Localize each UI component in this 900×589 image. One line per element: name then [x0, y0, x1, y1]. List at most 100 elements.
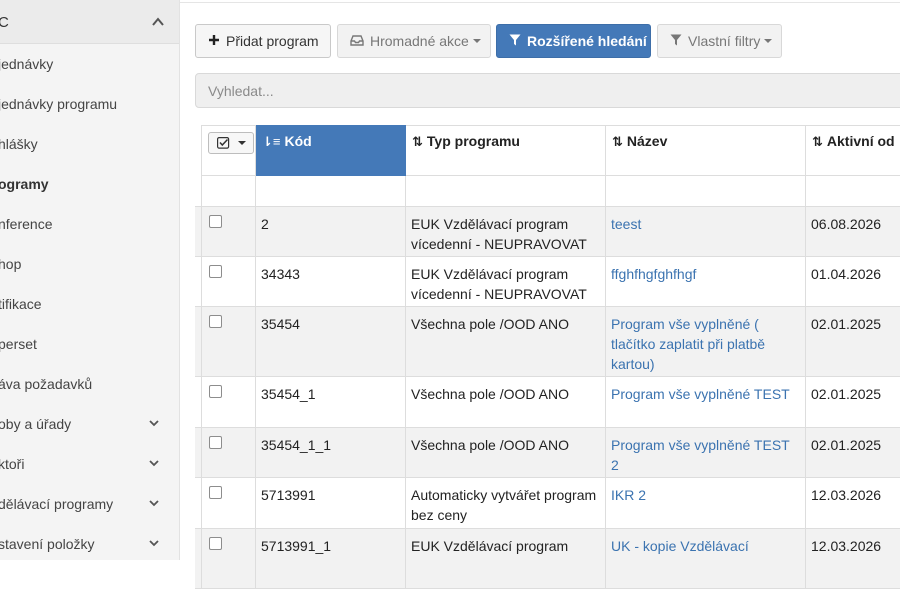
- cell-active-from: 01.04.2026: [806, 257, 900, 306]
- row-select-cell: [201, 428, 256, 477]
- program-name-link[interactable]: Program vše vyplněné TEST 2: [606, 428, 806, 477]
- chevron-down-icon[interactable]: [147, 536, 161, 550]
- column-header-name[interactable]: ⇅ Název: [606, 125, 806, 176]
- plus-icon: [208, 25, 220, 57]
- sidebar-item[interactable]: oby a úřady: [0, 404, 179, 444]
- sidebar-item[interactable]: ktoři: [0, 444, 179, 484]
- program-name-link[interactable]: Program vše vyplněné ( tlačítko zaplatit…: [606, 307, 806, 376]
- cell-code: 35454_1_1: [256, 428, 406, 477]
- advanced-search-button[interactable]: Rozšířené hledání: [496, 24, 651, 58]
- row-checkbox[interactable]: [209, 436, 222, 449]
- column-header-name-label: Název: [626, 133, 668, 149]
- add-program-button[interactable]: Přidat program: [195, 24, 331, 58]
- sidebar-item[interactable]: nference: [0, 204, 179, 244]
- filter-cell-active-from[interactable]: [806, 176, 900, 207]
- sidebar-section-header[interactable]: C: [0, 0, 179, 44]
- sidebar-item-label: jednávky: [0, 56, 54, 72]
- sidebar-item[interactable]: dělávací programy: [0, 484, 179, 524]
- cell-code: 5713991_1: [256, 529, 406, 588]
- row-select-cell: [201, 307, 256, 376]
- filter-cell: [201, 176, 256, 207]
- program-name-link[interactable]: IKR 2: [606, 478, 806, 528]
- table-row[interactable]: 35454 Všechna pole /OOD ANO Program vše vy…: [195, 307, 900, 377]
- cell-type: EUK Vzdělávací program vícedenní - NEUPR…: [406, 257, 606, 306]
- custom-filters-button[interactable]: Vlastní filtry: [657, 24, 782, 58]
- cell-code: 5713991: [256, 478, 406, 528]
- row-checkbox[interactable]: [209, 537, 222, 550]
- row-select-cell: [201, 257, 256, 306]
- cell-code: 2: [256, 207, 406, 256]
- column-header-type[interactable]: ⇅ Typ programu: [406, 125, 606, 176]
- column-header-code-label: Kód: [284, 133, 312, 149]
- chevron-down-icon[interactable]: [147, 456, 161, 470]
- bulk-actions-button[interactable]: Hromadné akce: [337, 24, 491, 58]
- sidebar-item[interactable]: jednávky: [0, 44, 179, 84]
- sidebar-item-label: tifikace: [0, 296, 42, 312]
- table-row[interactable]: 34343 EUK Vzdělávací program vícedenní - …: [195, 257, 900, 307]
- chevron-down-icon[interactable]: [147, 416, 161, 430]
- sort-icon: ⇅: [612, 134, 623, 149]
- cell-code: 34343: [256, 257, 406, 306]
- sort-descending-icon: ⇂≡: [262, 134, 281, 149]
- sidebar-item-label: áva požadavků: [0, 376, 93, 392]
- sidebar-item[interactable]: stavení položky: [0, 524, 179, 560]
- row-checkbox[interactable]: [209, 215, 222, 228]
- bulk-select-dropdown[interactable]: [208, 132, 254, 154]
- filter-cell-name[interactable]: [606, 176, 806, 207]
- column-header-active-from-label: Aktivní od: [826, 133, 895, 149]
- sidebar-item[interactable]: jednávky programu: [0, 84, 179, 124]
- sidebar-item[interactable]: hop: [0, 244, 179, 284]
- filter-cell-type[interactable]: [406, 176, 606, 207]
- cell-type: Všechna pole /OOD ANO: [406, 428, 606, 477]
- column-header-active-from[interactable]: ⇅ Aktivní od: [806, 125, 900, 176]
- chevron-up-icon[interactable]: [150, 14, 166, 30]
- table-row[interactable]: 5713991_1 EUK Vzdělávací program UK - kopi…: [195, 529, 900, 589]
- program-name-link[interactable]: UK - kopie Vzdělávací: [606, 529, 806, 588]
- cell-code: 35454: [256, 307, 406, 376]
- sort-icon: ⇅: [812, 134, 823, 149]
- table-row[interactable]: 35454_1 Všechna pole /OOD ANO Program vše …: [195, 377, 900, 428]
- cell-code: 35454_1: [256, 377, 406, 427]
- sidebar-item-label: oby a úřady: [0, 416, 72, 432]
- cell-type: EUK Vzdělávací program: [406, 529, 606, 588]
- program-name-link[interactable]: teest: [606, 207, 806, 256]
- cell-active-from: 02.01.2025: [806, 428, 900, 477]
- sidebar-item[interactable]: perset: [0, 324, 179, 364]
- chevron-down-icon[interactable]: [147, 496, 161, 510]
- sidebar-item-label: ogramy: [0, 176, 49, 192]
- filter-icon: [670, 25, 682, 57]
- sidebar-item[interactable]: tifikace: [0, 284, 179, 324]
- table-row[interactable]: 35454_1_1 Všechna pole /OOD ANO Program vš…: [195, 428, 900, 478]
- sidebar-item-label: hop: [0, 256, 22, 272]
- custom-filters-label: Vlastní filtry: [688, 33, 761, 49]
- filter-row: [195, 176, 900, 207]
- row-checkbox[interactable]: [209, 315, 222, 328]
- add-program-label: Přidat program: [226, 33, 319, 49]
- row-checkbox[interactable]: [209, 265, 222, 278]
- sidebar-item[interactable]: ogramy: [0, 164, 179, 204]
- row-select-cell: [201, 377, 256, 427]
- search-input[interactable]: [195, 73, 900, 108]
- table-row[interactable]: 2 EUK Vzdělávací program vícedenní - NEUP…: [195, 207, 900, 257]
- row-select-cell: [201, 207, 256, 256]
- row-checkbox[interactable]: [209, 486, 222, 499]
- sidebar-item-label: ktoři: [0, 456, 25, 472]
- filter-cell-code[interactable]: [256, 176, 406, 207]
- program-name-link[interactable]: ffghfhgfghfhgf: [606, 257, 806, 306]
- sidebar: C jednávky jednávky programu hlášky ogramy n…: [0, 0, 180, 560]
- sidebar-item[interactable]: hlášky: [0, 124, 179, 164]
- caret-down-icon: [472, 39, 481, 43]
- column-header-code[interactable]: ⇂≡ Kód: [256, 125, 406, 176]
- cell-type: Automaticky vytvářet program bez ceny: [406, 478, 606, 528]
- sidebar-section-title: C: [0, 14, 9, 31]
- sidebar-item-label: jednávky programu: [0, 96, 118, 112]
- table-row[interactable]: 5713991 Automaticky vytvářet program bez …: [195, 478, 900, 529]
- cell-active-from: 06.08.2026: [806, 207, 900, 256]
- caret-down-icon: [237, 141, 246, 145]
- sidebar-item[interactable]: áva požadavků: [0, 364, 179, 404]
- program-name-link[interactable]: Program vše vyplněné TEST: [606, 377, 806, 427]
- cell-active-from: 12.03.2026: [806, 478, 900, 528]
- sidebar-item-label: stavení položky: [0, 536, 95, 552]
- row-checkbox[interactable]: [209, 385, 222, 398]
- advanced-search-label: Rozšířené hledání: [527, 33, 647, 49]
